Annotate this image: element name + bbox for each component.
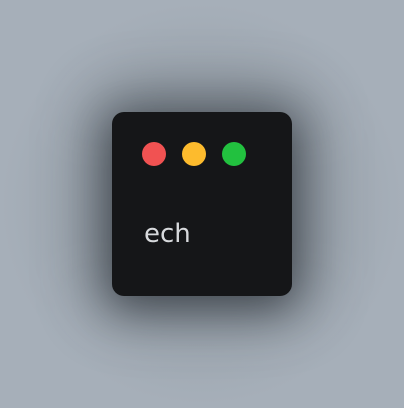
minimize-button[interactable]: [182, 142, 206, 166]
terminal-text[interactable]: ech: [144, 218, 191, 250]
terminal-window[interactable]: ech: [112, 112, 292, 296]
close-button[interactable]: [142, 142, 166, 166]
maximize-button[interactable]: [222, 142, 246, 166]
